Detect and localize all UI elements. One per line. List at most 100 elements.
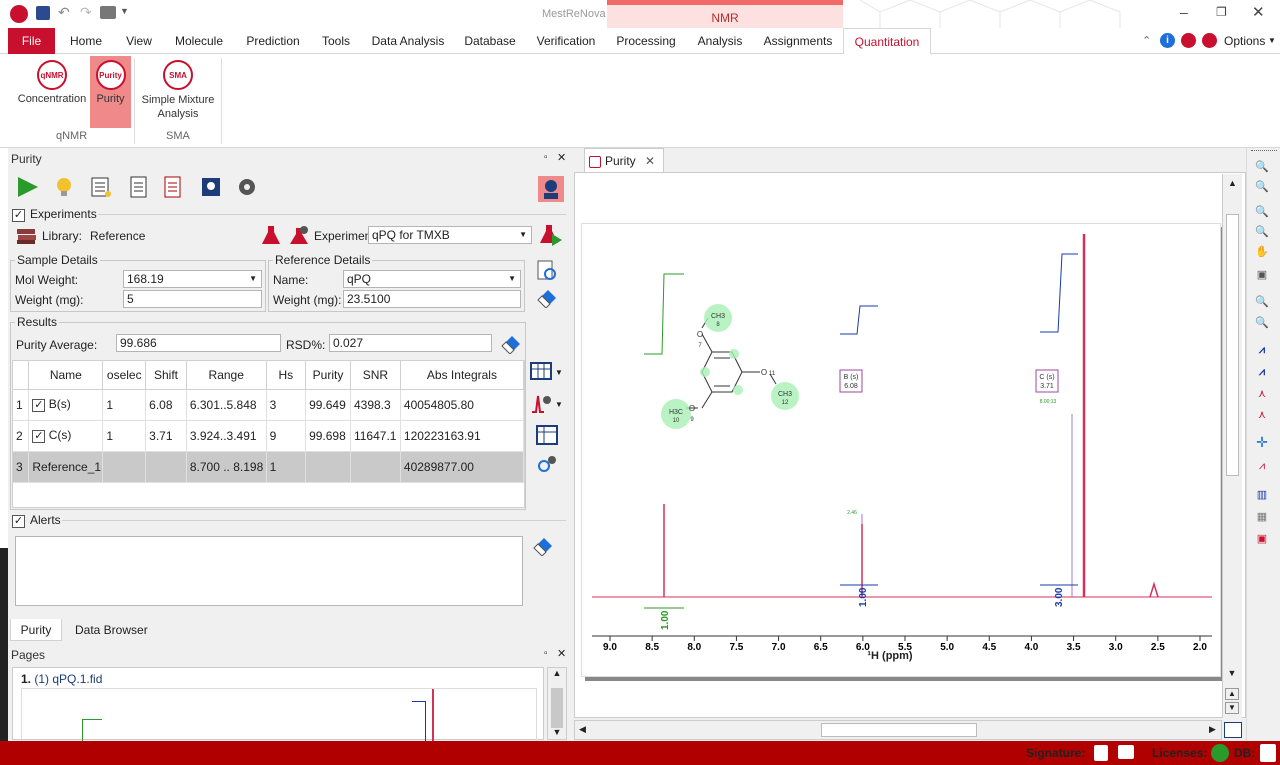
experiment-select[interactable]: qPQ for TMXB ▼ [368,226,532,244]
search-document-icon[interactable] [536,260,558,282]
zoom-out-icon[interactable]: 🔍 [1252,180,1272,196]
settings-gear-icon[interactable] [1181,33,1196,48]
document-tab[interactable]: Purity ✕ [584,148,664,172]
alerts-checkbox[interactable]: ✓ [12,514,25,529]
remove-peak-icon[interactable]: ⋏ [1252,408,1272,424]
certificate-icon[interactable] [1118,745,1134,759]
close-panel-icon[interactable]: ✕ [557,151,566,164]
reference-name-select[interactable]: qPQ ▼ [343,270,521,288]
table-layout-icon[interactable] [530,360,552,382]
signature-icon[interactable] [1094,745,1108,761]
document-icon[interactable] [128,176,150,198]
table-row[interactable]: 1 ✓ B(s) 1 6.08 6.301..5.848 3 99.649 43… [13,389,524,421]
cursor-icon[interactable]: ▣ [1252,268,1272,284]
file-menu[interactable]: File [8,28,55,54]
float-panel-icon[interactable]: ▫ [544,648,548,659]
magnify-icon[interactable]: 🔍 [1252,295,1272,311]
tab-prediction[interactable]: Prediction [240,28,306,54]
tab-molecule[interactable]: Molecule [170,28,228,54]
name-cell[interactable]: ✓ C(s) [28,420,104,452]
db-icon[interactable] [1260,744,1276,762]
redo-icon[interactable]: ↷ [80,4,92,21]
save-icon[interactable] [36,6,50,20]
mol-weight-select[interactable]: 168.19 ▼ [123,270,262,288]
peak-list-icon[interactable]: ⩘ [1252,366,1272,382]
minimize-button[interactable]: – [1180,4,1188,20]
name-cell[interactable]: ✓ B(s) [28,389,104,421]
sma-button[interactable]: SMA Simple Mixture Analysis [138,56,218,126]
purity-button[interactable]: Purity Purity [90,56,131,128]
close-button[interactable]: ✕ [1252,3,1265,21]
flask-icon[interactable] [260,224,282,246]
crosshair-icon[interactable]: ✛ [1252,434,1272,450]
close-tab-icon[interactable]: ✕ [645,154,655,168]
scroll-thumb[interactable] [821,723,977,737]
table-row[interactable]: 2 ✓ C(s) 1 3.71 3.924..3.491 9 99.698 11… [13,420,524,452]
grid-icon[interactable]: ▦ [1252,510,1272,526]
tab-data-analysis[interactable]: Data Analysis [368,28,448,54]
restore-button[interactable]: ❐ [1216,5,1227,19]
page-thumbnail[interactable] [21,688,537,749]
report-red-icon[interactable] [162,176,184,198]
tab-verification[interactable]: Verification [532,28,600,54]
peak-picking-icon[interactable]: ⩘ [1252,344,1272,360]
page-up-icon[interactable]: ▲ [1225,688,1239,700]
user-profile-icon[interactable] [538,176,564,202]
settings-gear-icon[interactable] [236,176,258,198]
flask-settings-icon[interactable] [288,224,310,246]
info-icon[interactable]: i [1160,33,1175,48]
search-settings-icon[interactable] [536,454,558,476]
page-view-icon[interactable] [1224,722,1242,738]
license-ok-icon[interactable] [1211,744,1229,762]
column-header[interactable]: Purity [305,361,351,390]
scroll-thumb[interactable] [551,688,563,728]
column-header[interactable]: Abs Integrals [400,361,524,390]
document-vscrollbar[interactable]: ▲ ▼ ▲ ▼ [1222,174,1242,718]
column-header[interactable]: oselec [102,361,147,390]
undo-icon[interactable]: ↶ [58,4,70,21]
tab-quantitation[interactable]: Quantitation [843,28,931,55]
bottom-tab-purity[interactable]: Purity [10,619,62,641]
bottom-tab-data-browser[interactable]: Data Browser [75,623,148,637]
concentration-button[interactable]: qNMR Concentration [14,56,90,126]
options-menu[interactable]: Options [1224,34,1265,48]
scroll-thumb[interactable] [1226,214,1239,476]
dropdown-icon[interactable]: ▼ [555,368,563,377]
zoom-fit-icon[interactable]: 🔍 [1252,225,1272,241]
tab-database[interactable]: Database [460,28,520,54]
run-experiment-icon[interactable] [540,224,562,246]
tab-processing[interactable]: Processing [612,28,680,54]
run-icon[interactable] [16,176,38,198]
pan-icon[interactable]: ✋ [1252,245,1272,261]
experiments-checkbox[interactable]: ✓ [12,208,25,223]
pages-scrollbar[interactable]: ▲ ▼ [547,667,567,740]
page-item[interactable]: 1. (1) qPQ.1.fid [21,672,102,686]
float-panel-icon[interactable]: ▫ [544,152,548,163]
tab-home[interactable]: Home [64,28,108,54]
report-list-icon[interactable] [90,176,112,198]
table-edit-icon[interactable] [536,424,558,446]
collapse-ribbon-icon[interactable]: ⌃ [1142,34,1151,47]
multiplet-icon[interactable]: ⩘ [1252,460,1272,476]
quick-access-dropdown-icon[interactable]: ▼ [120,6,129,16]
peak-settings-icon[interactable] [530,392,552,414]
sample-weight-input[interactable]: 5 [123,290,262,308]
help-book-icon[interactable] [1202,33,1217,48]
column-header[interactable]: Name [28,361,104,390]
document-hscrollbar[interactable]: ◀ ▶ [574,720,1222,740]
options-dropdown-icon[interactable]: ▼ [1268,36,1276,45]
close-panel-icon[interactable]: ✕ [557,647,566,660]
zoom-region-icon[interactable]: 🔍 [1252,205,1272,221]
page-down-icon[interactable]: ▼ [1225,702,1239,714]
layout-icon[interactable]: ▣ [1252,532,1272,548]
book-icon[interactable] [200,176,222,198]
column-header[interactable]: Shift [145,361,187,390]
column-header[interactable]: SNR [350,361,401,390]
name-cell[interactable]: Reference_1 [28,451,104,483]
add-peak-icon[interactable]: ⋏ [1252,387,1272,403]
clear-alerts-eraser-icon[interactable] [532,534,554,556]
print-icon[interactable] [100,6,116,19]
tab-tools[interactable]: Tools [318,28,354,54]
tab-view[interactable]: View [120,28,158,54]
dropdown-icon[interactable]: ▼ [555,400,563,409]
